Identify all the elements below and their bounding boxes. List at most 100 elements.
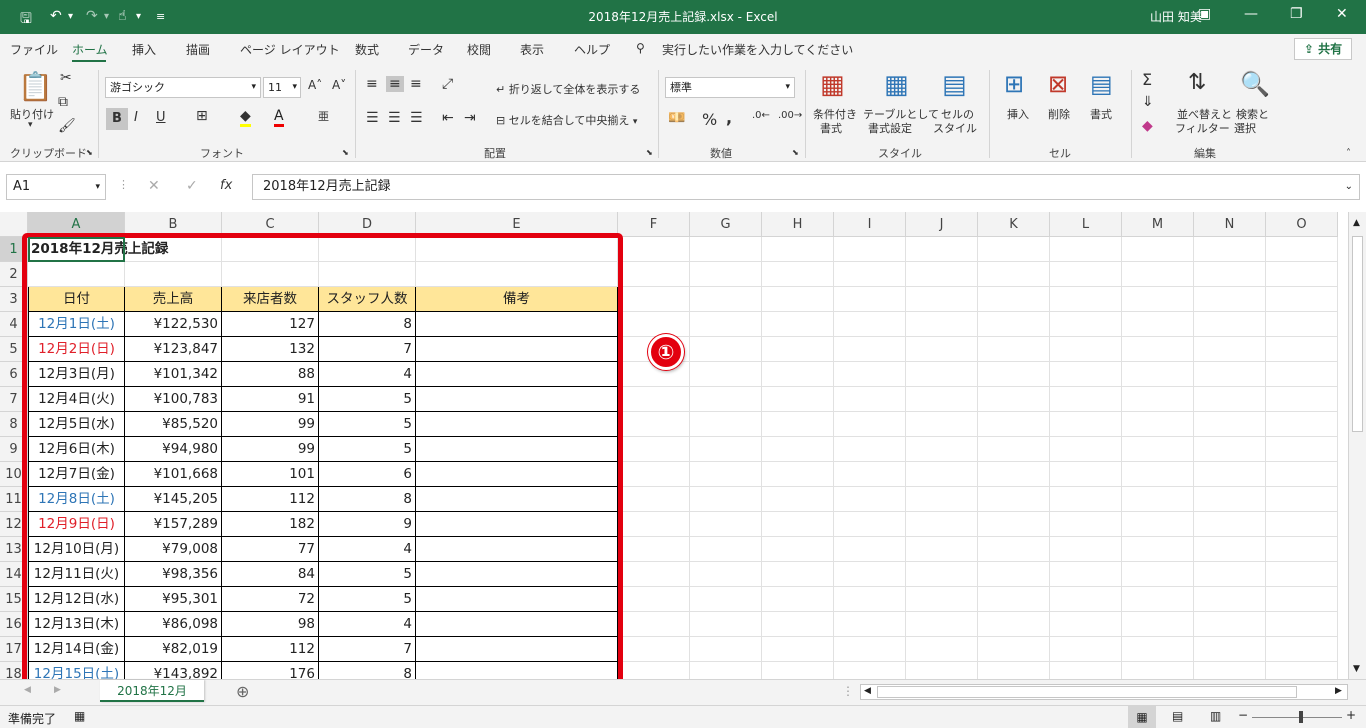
cell[interactable] [1050, 512, 1122, 537]
ribbon-display-icon[interactable]: ▣ [1198, 6, 1211, 22]
cell[interactable] [1194, 587, 1266, 612]
cancel-icon[interactable]: ✕ [148, 178, 160, 194]
cell[interactable] [762, 487, 834, 512]
fill-color-icon[interactable]: ◆ [240, 108, 251, 127]
delete-cells-button[interactable]: 削除 [1048, 106, 1070, 122]
cell[interactable] [690, 487, 762, 512]
align-middle-icon[interactable]: ≡ [386, 76, 404, 92]
cell[interactable] [1050, 362, 1122, 387]
cell[interactable] [906, 562, 978, 587]
cell[interactable] [762, 287, 834, 312]
cell[interactable] [978, 612, 1050, 637]
align-top-icon[interactable]: ≡ [366, 76, 378, 92]
cell[interactable] [1194, 637, 1266, 662]
align-left-icon[interactable]: ☰ [366, 110, 379, 126]
cell[interactable] [690, 587, 762, 612]
cell[interactable] [690, 462, 762, 487]
paste-dropdown-icon[interactable]: ▾ [28, 120, 33, 130]
cell[interactable] [1122, 287, 1194, 312]
cell[interactable] [762, 662, 834, 679]
cell[interactable] [834, 512, 906, 537]
comma-style-icon[interactable]: , [726, 108, 732, 127]
page-break-view-icon[interactable]: ▥ [1210, 709, 1221, 723]
cell[interactable] [618, 637, 690, 662]
decrease-indent-icon[interactable]: ⇤ [442, 110, 454, 126]
cell[interactable] [1194, 287, 1266, 312]
name-box[interactable]: A1 ▾ [6, 174, 106, 200]
cell[interactable] [906, 537, 978, 562]
tab-review[interactable]: 校閲 [467, 41, 491, 58]
cell[interactable] [690, 562, 762, 587]
phonetic-icon[interactable]: 亜 [318, 108, 329, 124]
tab-help[interactable]: ヘルプ [574, 41, 610, 58]
accounting-format-icon[interactable]: 💴 [668, 110, 685, 126]
cell[interactable] [1266, 512, 1338, 537]
cell[interactable] [834, 462, 906, 487]
cell[interactable] [906, 512, 978, 537]
tab-formulas[interactable]: 数式 [355, 41, 379, 58]
cell[interactable] [978, 262, 1050, 287]
cell[interactable] [618, 487, 690, 512]
cell[interactable] [978, 412, 1050, 437]
cell[interactable] [762, 587, 834, 612]
cell[interactable] [618, 662, 690, 679]
cell[interactable] [762, 562, 834, 587]
cell[interactable] [1266, 312, 1338, 337]
cell[interactable] [1266, 262, 1338, 287]
column-header[interactable]: O [1266, 212, 1338, 237]
font-size-select[interactable]: 11 ▾ [263, 77, 301, 98]
number-format-select[interactable]: 標準 ▾ [665, 77, 795, 98]
column-header[interactable]: F [618, 212, 690, 237]
column-header[interactable]: G [690, 212, 762, 237]
cut-icon[interactable]: ✂ [60, 70, 72, 86]
copy-icon[interactable]: ⧉ [58, 94, 68, 110]
find-select-icon[interactable]: 🔍 [1240, 70, 1270, 98]
cell[interactable] [762, 337, 834, 362]
formula-input[interactable]: 2018年12月売上記録 ⌄ [252, 174, 1360, 200]
font-launcher-icon[interactable]: ⬊ [342, 148, 349, 157]
cell[interactable] [834, 387, 906, 412]
cell[interactable] [1122, 612, 1194, 637]
cell[interactable] [834, 562, 906, 587]
cell[interactable] [978, 312, 1050, 337]
cell[interactable] [978, 437, 1050, 462]
cell[interactable] [618, 387, 690, 412]
cell[interactable] [834, 312, 906, 337]
cell[interactable] [1122, 437, 1194, 462]
paste-icon[interactable]: 📋 [18, 70, 53, 103]
align-center-icon[interactable]: ☰ [388, 110, 401, 126]
cell[interactable] [618, 312, 690, 337]
cell[interactable] [1122, 587, 1194, 612]
cell[interactable] [978, 337, 1050, 362]
tab-insert[interactable]: 挿入 [132, 41, 156, 58]
cell[interactable] [906, 487, 978, 512]
cell[interactable] [1122, 462, 1194, 487]
cell[interactable] [978, 387, 1050, 412]
cell[interactable] [1050, 562, 1122, 587]
cell[interactable] [834, 537, 906, 562]
restore-icon[interactable]: ❐ [1290, 6, 1303, 22]
cell[interactable] [1122, 362, 1194, 387]
cell[interactable] [1266, 287, 1338, 312]
decrease-font-icon[interactable]: A˅ [332, 78, 346, 92]
tell-me-input[interactable]: 実行したい作業を入力してください [662, 41, 853, 58]
cell[interactable] [690, 337, 762, 362]
cell[interactable] [1266, 487, 1338, 512]
enter-icon[interactable]: ✓ [186, 178, 198, 194]
cell[interactable] [690, 512, 762, 537]
cell[interactable] [1122, 562, 1194, 587]
cell[interactable] [1122, 237, 1194, 262]
cell[interactable] [690, 287, 762, 312]
cell[interactable] [1266, 662, 1338, 679]
cell[interactable] [1122, 337, 1194, 362]
bold-button[interactable]: B [106, 108, 128, 130]
cell[interactable] [618, 537, 690, 562]
cell-styles-icon[interactable]: ▤ [942, 70, 967, 100]
scroll-right-icon[interactable]: ▶ [1335, 686, 1342, 696]
add-sheet-icon[interactable]: ⊕ [236, 682, 249, 701]
italic-button[interactable]: I [134, 110, 138, 125]
column-header[interactable]: M [1122, 212, 1194, 237]
cell[interactable] [762, 237, 834, 262]
scroll-up-icon[interactable]: ▲ [1353, 218, 1360, 228]
cell[interactable] [690, 412, 762, 437]
